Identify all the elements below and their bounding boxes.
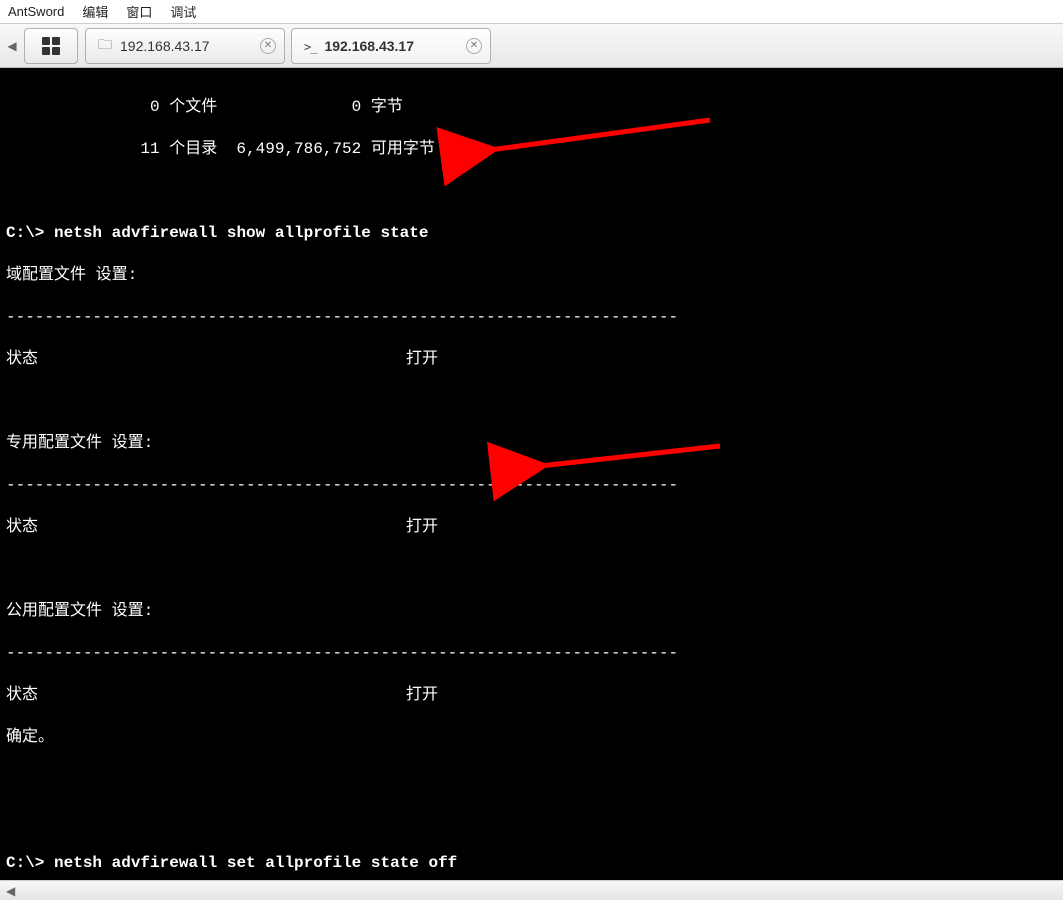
terminal-line: 0 个文件 0 字节 bbox=[6, 97, 1057, 118]
state-value: 打开 bbox=[406, 685, 438, 706]
terminal-blank bbox=[6, 181, 1057, 202]
state-label: 状态 bbox=[6, 349, 406, 370]
state-label: 状态 bbox=[6, 517, 406, 538]
cmd-text: netsh advfirewall show allprofile state bbox=[54, 224, 428, 242]
tab-prev-button[interactable]: ◀ bbox=[4, 26, 20, 66]
app-title: AntSword bbox=[8, 4, 64, 19]
terminal-blank bbox=[6, 559, 1057, 580]
menu-bar: AntSword 编辑 窗口 调试 bbox=[0, 0, 1063, 24]
scroll-left-arrow[interactable]: ◀ bbox=[6, 884, 15, 898]
dashes: ----------------------------------------… bbox=[6, 643, 1057, 664]
tab-file-manager[interactable]: 192.168.43.17 ✕ bbox=[85, 28, 285, 64]
menu-edit[interactable]: 编辑 bbox=[82, 2, 108, 21]
terminal-row: 状态打开 bbox=[6, 349, 1057, 370]
terminal-line: 11 个目录 6,499,786,752 可用字节 bbox=[6, 139, 1057, 160]
dashes: ----------------------------------------… bbox=[6, 307, 1057, 328]
state-value: 打开 bbox=[406, 349, 438, 370]
state-label: 状态 bbox=[6, 685, 406, 706]
prompt: C:\> bbox=[6, 854, 54, 872]
tab-label: 192.168.43.17 bbox=[120, 38, 210, 54]
horizontal-scroll-bar[interactable]: ◀ bbox=[0, 880, 1063, 900]
terminal-row: 状态打开 bbox=[6, 685, 1057, 706]
tab-terminal[interactable]: 192.168.43.17 ✕ bbox=[291, 28, 491, 64]
terminal-icon bbox=[304, 38, 316, 54]
home-tab[interactable] bbox=[24, 28, 78, 64]
tab-label: 192.168.43.17 bbox=[324, 38, 414, 54]
terminal-row: 状态打开 bbox=[6, 517, 1057, 538]
tab-bar: ◀ 192.168.43.17 ✕ 192.168.43.17 ✕ bbox=[0, 24, 1063, 68]
menu-window[interactable]: 窗口 bbox=[126, 2, 152, 21]
terminal-line: 确定。 bbox=[6, 727, 1057, 748]
grid-icon bbox=[42, 37, 60, 55]
terminal-pane[interactable]: 0 个文件 0 字节 11 个目录 6,499,786,752 可用字节 C:\… bbox=[0, 68, 1063, 880]
prompt: C:\> bbox=[6, 224, 54, 242]
terminal-blank bbox=[6, 811, 1057, 832]
terminal-blank bbox=[6, 391, 1057, 412]
terminal-blank bbox=[6, 769, 1057, 790]
state-value: 打开 bbox=[406, 517, 438, 538]
tab-close-icon[interactable]: ✕ bbox=[260, 38, 276, 54]
terminal-cmd: C:\> netsh advfirewall set allprofile st… bbox=[6, 853, 1057, 874]
terminal-line: 公用配置文件 设置: bbox=[6, 601, 1057, 622]
folder-icon bbox=[98, 34, 112, 58]
tab-close-icon[interactable]: ✕ bbox=[466, 38, 482, 54]
terminal-cmd: C:\> netsh advfirewall show allprofile s… bbox=[6, 223, 1057, 244]
menu-debug[interactable]: 调试 bbox=[170, 2, 196, 21]
terminal-line: 专用配置文件 设置: bbox=[6, 433, 1057, 454]
terminal-line: 域配置文件 设置: bbox=[6, 265, 1057, 286]
cmd-text: netsh advfirewall set allprofile state o… bbox=[54, 854, 457, 872]
dashes: ----------------------------------------… bbox=[6, 475, 1057, 496]
